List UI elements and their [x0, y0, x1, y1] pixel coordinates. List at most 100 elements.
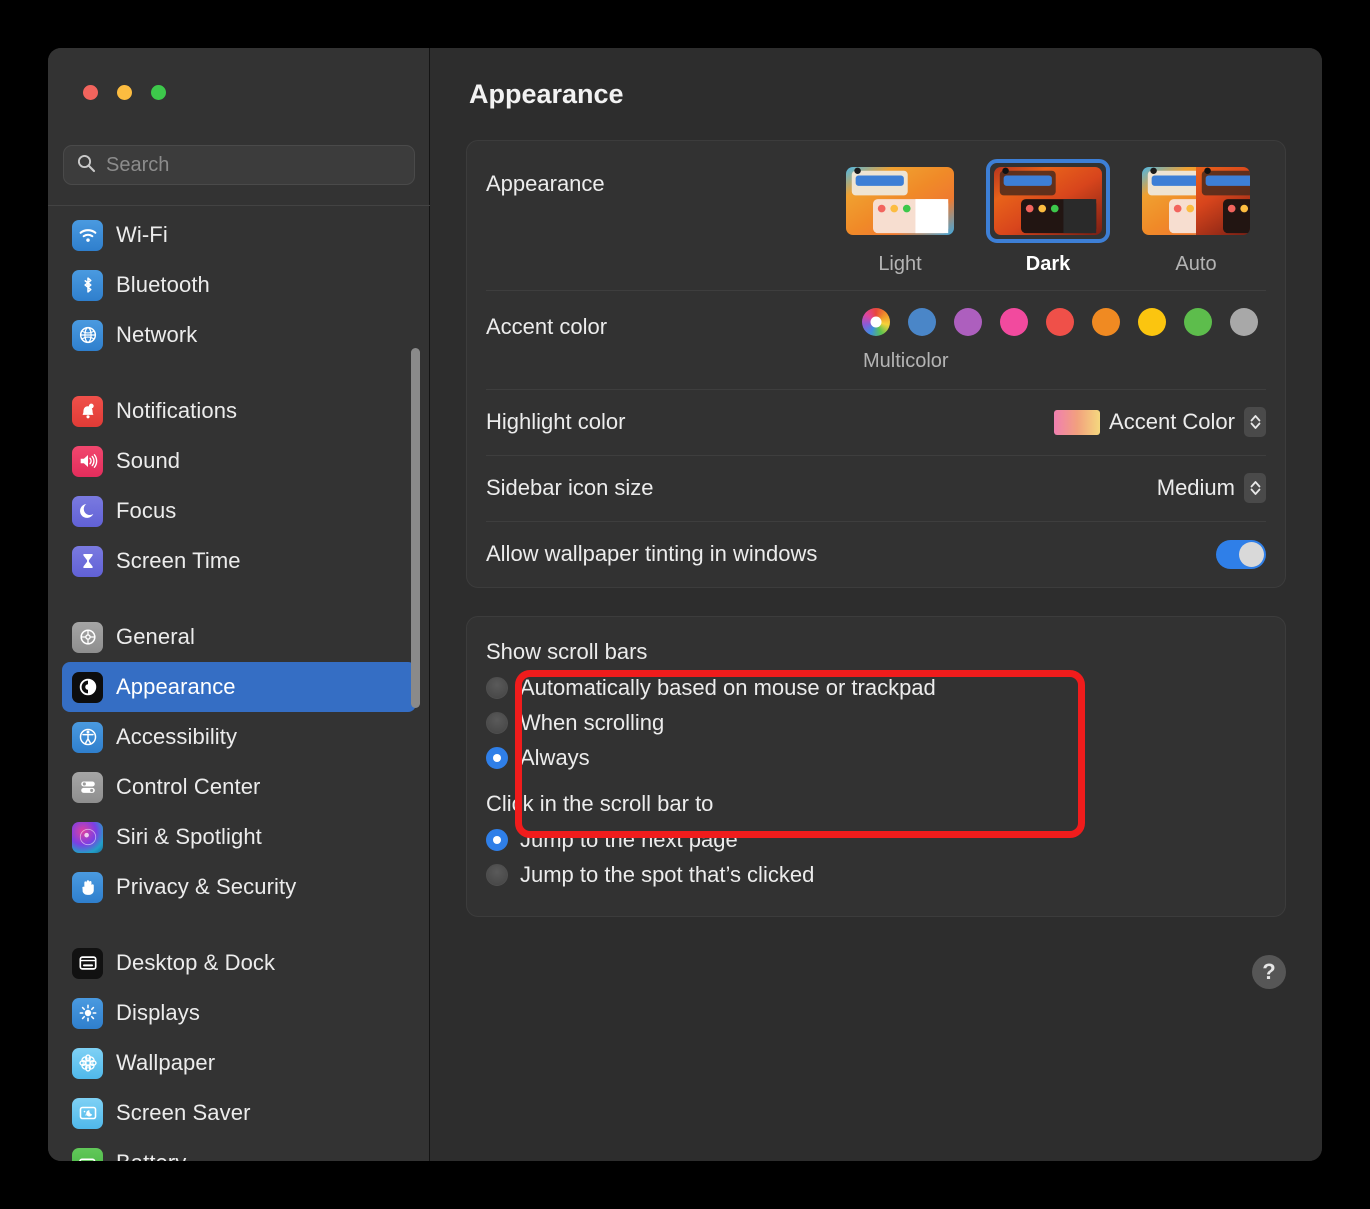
- accent-swatch-red[interactable]: [1046, 308, 1074, 336]
- theme-options: Light Dark Auto: [838, 159, 1266, 276]
- sidebar-group-0: Wi-Fi Bluetooth Network: [48, 210, 430, 360]
- sidebar-item-label: Privacy & Security: [116, 874, 297, 899]
- highlight-color-swatch: [1054, 409, 1101, 435]
- speaker-icon: [72, 445, 103, 477]
- wallpaper-tinting-toggle[interactable]: [1216, 539, 1266, 569]
- accent-swatch-yellow[interactable]: [1138, 308, 1166, 336]
- show-scroll-bars-options: Automatically based on mouse or trackpad…: [486, 670, 1266, 775]
- theme-name-auto: Auto: [1175, 253, 1217, 275]
- chevron-updown-icon[interactable]: [1244, 473, 1266, 503]
- sidebar-item-network[interactable]: Network: [62, 310, 416, 360]
- accent-color-row: Accent color Multicolor: [486, 290, 1266, 389]
- highlight-color-popup[interactable]: Accent Color: [1054, 407, 1266, 437]
- theme-option-dark[interactable]: Dark: [986, 159, 1110, 276]
- screensaver-icon: [72, 1097, 103, 1129]
- sidebar-item-appearance[interactable]: Appearance: [62, 662, 416, 712]
- sidebar-item-displays[interactable]: Displays: [62, 988, 416, 1038]
- appearance-contrast-icon: [72, 671, 103, 703]
- accent-swatch-orange[interactable]: [1092, 308, 1120, 336]
- appearance-row: Appearance Light Dark Auto: [486, 141, 1266, 290]
- theme-thumbnail-dark: [994, 167, 1102, 235]
- sidebar-icon-size-value: Medium: [1156, 475, 1235, 500]
- sidebar-item-label: Accessibility: [116, 724, 238, 749]
- show-scroll-bars-option-1[interactable]: When scrolling: [486, 705, 1266, 740]
- help-button[interactable]: ?: [1252, 955, 1286, 989]
- sidebar-item-desktop-dock[interactable]: Desktop & Dock: [62, 938, 416, 988]
- search-field-wrapper: [63, 145, 415, 185]
- sidebar-item-sound[interactable]: Sound: [62, 436, 416, 486]
- sidebar-item-screen-saver[interactable]: Screen Saver: [62, 1088, 416, 1138]
- theme-option-auto[interactable]: Auto: [1134, 159, 1258, 276]
- chevron-updown-icon[interactable]: [1244, 407, 1266, 437]
- accent-swatch-blue[interactable]: [908, 308, 936, 336]
- sidebar-item-notifications[interactable]: Notifications: [62, 386, 416, 436]
- sidebar-item-label: Battery: [116, 1150, 186, 1161]
- wallpaper-tinting-label: Allow wallpaper tinting in windows: [486, 541, 818, 566]
- minimize-button[interactable]: [117, 85, 132, 100]
- sidebar-item-label: Displays: [116, 1000, 200, 1025]
- close-button[interactable]: [83, 85, 98, 100]
- sidebar-item-wallpaper[interactable]: Wallpaper: [62, 1038, 416, 1088]
- scroll-click-option-1[interactable]: Jump to the spot that’s clicked: [486, 857, 1266, 892]
- sidebar-icon-size-row: Sidebar icon size Medium: [486, 455, 1266, 521]
- sidebar-item-label: Notifications: [116, 398, 238, 423]
- sidebar-item-label: Control Center: [116, 774, 261, 799]
- accessibility-icon: [72, 721, 103, 753]
- sidebar-item-label: Bluetooth: [116, 272, 210, 297]
- accent-swatch-green[interactable]: [1184, 308, 1212, 336]
- sidebar-item-focus[interactable]: Focus: [62, 486, 416, 536]
- sidebar-item-siri-spotlight[interactable]: Siri & Spotlight: [62, 812, 416, 862]
- sidebar-item-privacy-security[interactable]: Privacy & Security: [62, 862, 416, 912]
- sidebar-icon-size-popup[interactable]: Medium: [1157, 473, 1266, 503]
- sidebar-scrollbar-thumb[interactable]: [411, 348, 420, 708]
- radio-button[interactable]: [486, 828, 508, 851]
- battery-icon: [72, 1147, 103, 1161]
- sidebar-item-wi-fi[interactable]: Wi-Fi: [62, 210, 416, 260]
- theme-option-light[interactable]: Light: [838, 159, 962, 276]
- radio-button[interactable]: [486, 746, 508, 769]
- sidebar-item-label: Siri & Spotlight: [116, 824, 262, 849]
- sidebar-group-1: Notifications Sound Focus Screen Time: [48, 386, 430, 586]
- accent-swatch-pink[interactable]: [1000, 308, 1028, 336]
- search-box[interactable]: [63, 145, 415, 185]
- theme-thumb-frame-auto[interactable]: [1134, 159, 1258, 243]
- radio-button[interactable]: [486, 676, 508, 699]
- accent-swatch-multicolor[interactable]: [862, 308, 890, 336]
- sidebar-item-screen-time[interactable]: Screen Time: [62, 536, 416, 586]
- scroll-click-option-0[interactable]: Jump to the next page: [486, 822, 1266, 857]
- toggle-knob: [1239, 541, 1264, 567]
- main-content: Appearance Appearance Light Dark Auto Ac…: [430, 48, 1322, 1161]
- accent-swatch-graphite[interactable]: [1230, 308, 1258, 336]
- accent-color-caption: Multicolor: [863, 350, 949, 372]
- theme-thumbnail-light: [846, 167, 954, 235]
- sidebar-item-control-center[interactable]: Control Center: [62, 762, 416, 812]
- sidebar-item-battery[interactable]: Battery: [62, 1138, 416, 1161]
- search-icon: [76, 153, 96, 178]
- network-globe-icon: [72, 319, 103, 351]
- radio-label: Jump to the spot that’s clicked: [520, 861, 815, 887]
- sidebar-item-bluetooth[interactable]: Bluetooth: [62, 260, 416, 310]
- accent-color-area: Multicolor: [862, 308, 1266, 373]
- window-controls: [83, 85, 166, 100]
- theme-thumb-frame-dark[interactable]: [986, 159, 1110, 243]
- highlight-color-value: Accent Color: [1109, 409, 1235, 434]
- zoom-button[interactable]: [151, 85, 166, 100]
- wallpaper-tinting-row: Allow wallpaper tinting in windows: [486, 521, 1266, 587]
- sidebar-group-3: Desktop & Dock Displays Wallpaper Screen Sa…: [48, 938, 430, 1161]
- sidebar-item-accessibility[interactable]: Accessibility: [62, 712, 416, 762]
- wifi-icon: [72, 219, 103, 251]
- show-scroll-bars-option-0[interactable]: Automatically based on mouse or trackpad: [486, 670, 1266, 705]
- theme-thumb-frame-light[interactable]: [838, 159, 962, 243]
- theme-thumbnail-auto: [1142, 167, 1250, 235]
- scroll-bars-card: Show scroll bars Automatically based on …: [466, 616, 1286, 917]
- hourglass-icon: [72, 545, 103, 577]
- search-input[interactable]: [106, 153, 402, 177]
- show-scroll-bars-option-2[interactable]: Always: [486, 740, 1266, 775]
- sidebar-item-label: Appearance: [116, 674, 236, 699]
- sidebar-item-general[interactable]: General: [62, 612, 416, 662]
- radio-button[interactable]: [486, 863, 508, 886]
- gear-icon: [72, 621, 103, 653]
- accent-swatch-purple[interactable]: [954, 308, 982, 336]
- radio-button[interactable]: [486, 711, 508, 734]
- sidebar-scroll-area[interactable]: Wi-Fi Bluetooth Network Notifications Sound F…: [48, 210, 430, 1161]
